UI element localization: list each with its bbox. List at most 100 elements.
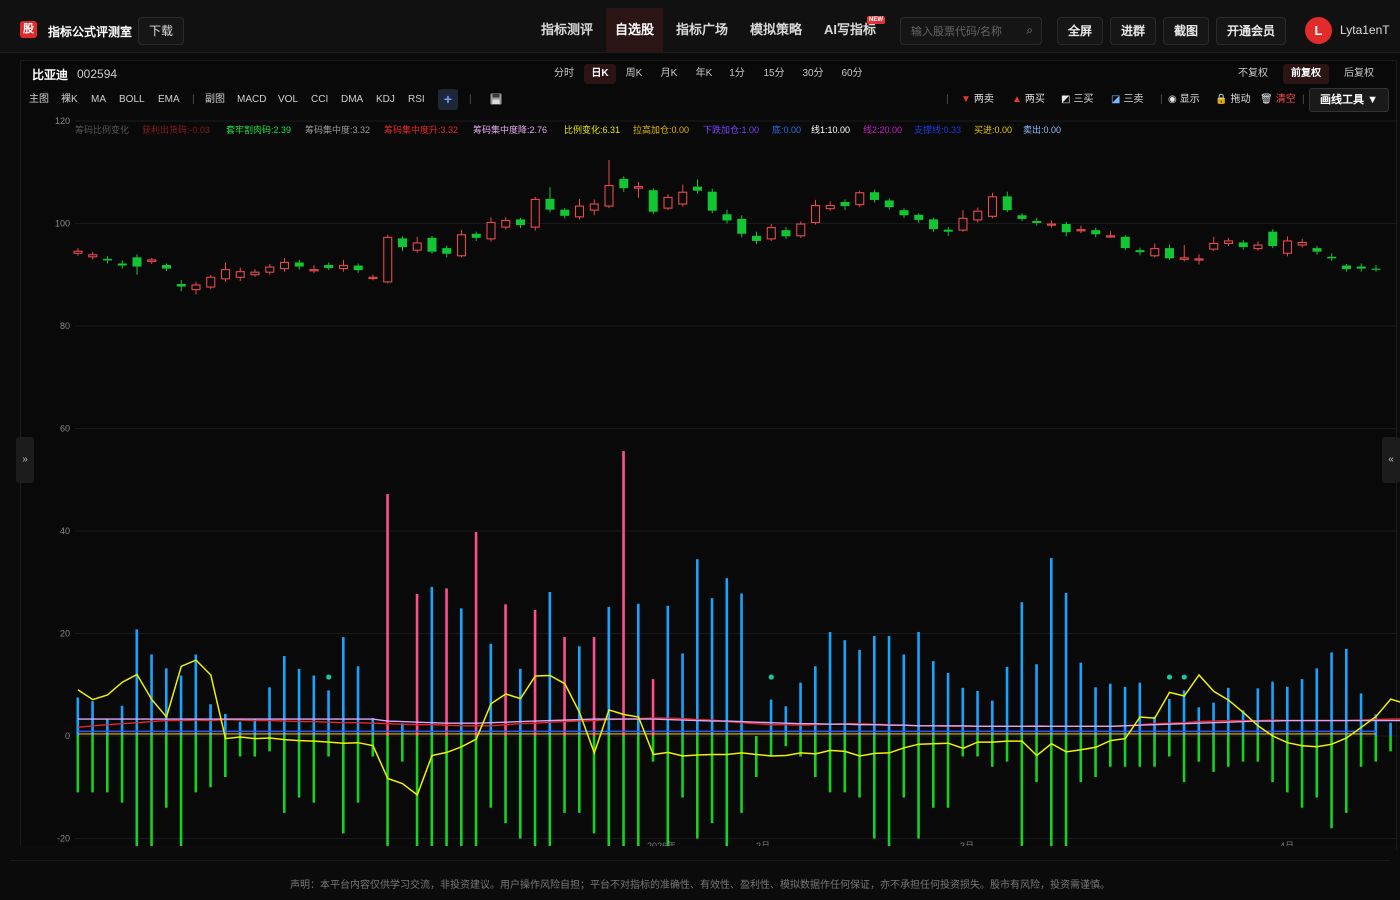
candle-body (1135, 250, 1145, 253)
indicator-bar (917, 631, 920, 736)
indicator-bar (150, 736, 153, 846)
candle-body (929, 219, 938, 230)
indicator-bar (563, 736, 566, 813)
indicator-bar (902, 736, 906, 798)
indicator-bar (961, 687, 965, 736)
indicator-bar (165, 668, 168, 736)
candle-body (309, 269, 319, 272)
candle-body (1179, 257, 1189, 260)
candle-body (1120, 236, 1130, 249)
indicator-bar (1345, 648, 1348, 736)
candle-body (810, 205, 821, 224)
candle-body (840, 201, 850, 207)
indicator-bar (474, 736, 478, 846)
candle-body (766, 227, 776, 240)
indicator-bar (710, 598, 714, 736)
indicator-bar (681, 736, 684, 798)
series-line-yellow (77, 659, 1400, 797)
indicator-bar (991, 736, 994, 767)
candle-body (338, 264, 349, 270)
indicator-bar (622, 451, 625, 736)
indicator-bar (194, 736, 198, 793)
indicator-bar (1020, 602, 1024, 736)
indicator-bar (1153, 736, 1156, 767)
indicator-bar (1168, 699, 1171, 736)
indicator-bar (1389, 722, 1392, 736)
y-tick-label: 80 (60, 321, 70, 331)
indicator-bar (135, 736, 139, 846)
candle-body (752, 235, 761, 241)
indicator-bar (327, 736, 330, 757)
indicator-bar (371, 718, 375, 736)
candle-body (442, 248, 452, 254)
signal-marker (1166, 674, 1173, 680)
candle-body (117, 263, 127, 266)
candle-body (206, 276, 216, 288)
indicator-bar (873, 736, 876, 839)
indicator-bar (1079, 662, 1083, 736)
indicator-bar (386, 736, 389, 846)
indicator-bar (342, 637, 345, 736)
indicator-bar (607, 606, 611, 736)
y-tick-label: 40 (60, 526, 70, 536)
indicator-bar (519, 668, 522, 736)
candle-body (958, 217, 968, 231)
indicator-bar (828, 631, 832, 736)
candle-body (663, 196, 673, 209)
indicator-bar (415, 594, 419, 736)
candle-body (147, 259, 157, 262)
indicator-bar (1212, 736, 1215, 772)
candle-body (884, 200, 894, 208)
indicator-bar (1138, 682, 1142, 736)
indicator-bar (769, 699, 773, 736)
indicator-bar (1227, 736, 1230, 767)
indicator-bar (1359, 736, 1363, 767)
candle-body (707, 191, 717, 211)
indicator-bar (356, 736, 360, 803)
candle-body (132, 257, 142, 267)
signal-marker (768, 674, 774, 680)
indicator-bar (1271, 681, 1274, 736)
indicator-bar (1315, 668, 1319, 736)
indicator-bar (578, 736, 581, 813)
candle-body (1032, 220, 1042, 223)
indicator-bar (533, 736, 537, 846)
indicator-bar (696, 736, 699, 839)
indicator-bar (1345, 736, 1348, 813)
indicator-bar (946, 736, 950, 808)
indicator-bar (1330, 736, 1333, 829)
candle-body (486, 221, 496, 240)
indicator-bar (297, 736, 301, 798)
indicator-bar (150, 654, 153, 736)
indicator-bar (1300, 736, 1304, 808)
kline-chart[interactable]: 120100806040200-202026年2月3月4月 (0, 0, 1400, 860)
candle-body (1327, 256, 1337, 259)
candle-body (265, 266, 275, 273)
disclaimer: 声明：本平台内容仅供学习交流，非投资建议。用户操作风险自担；平台不对指标的准确性… (290, 880, 1110, 891)
candle-body (722, 214, 732, 221)
candle-body (560, 209, 570, 216)
y-tick-label: 0 (65, 731, 70, 741)
indicator-bar (932, 736, 935, 808)
indicator-bar (799, 682, 802, 736)
candle-body (648, 190, 658, 212)
indicator-bar (474, 532, 478, 736)
candle-body (973, 210, 983, 221)
indicator-bar (917, 736, 920, 839)
indicator-bar (342, 736, 345, 834)
indicator-bar (489, 736, 493, 808)
candle-body (250, 271, 260, 276)
indicator-bar (386, 494, 389, 736)
indicator-bar (1064, 593, 1068, 736)
candle-body (398, 238, 407, 248)
candle-body (870, 192, 879, 200)
indicator-bar (1153, 716, 1156, 736)
candle-body (1312, 248, 1322, 252)
indicator-bar (1330, 652, 1333, 736)
candle-body (1105, 235, 1116, 238)
candle-body (781, 230, 791, 237)
indicator-bar (106, 736, 109, 793)
y-tick-label: 60 (60, 424, 70, 434)
indicator-bar (430, 736, 434, 846)
indicator-bar (1286, 736, 1289, 793)
